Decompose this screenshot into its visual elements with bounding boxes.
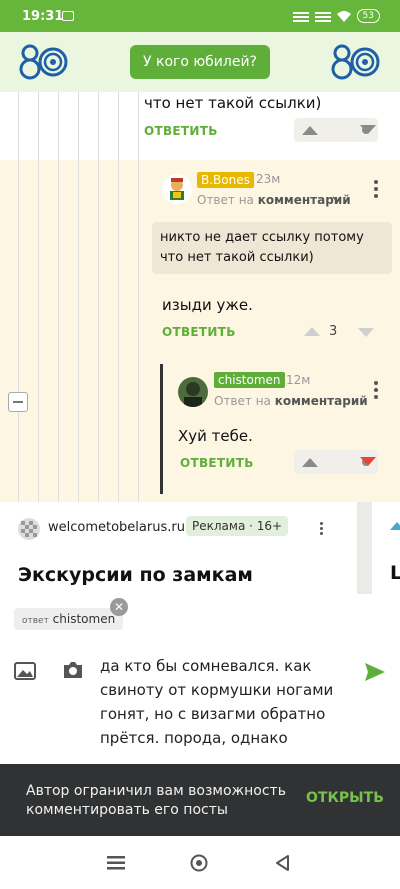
quoted-text: никто не дает ссылку потому что нет тако…: [152, 222, 392, 274]
thread-line[interactable]: [118, 92, 119, 502]
camera-icon: [62, 11, 74, 21]
more-icon[interactable]: [320, 522, 323, 538]
comment-text: Хуй тебе.: [178, 427, 253, 445]
thread-line[interactable]: [98, 92, 99, 502]
jubilee-button[interactable]: У кого юбилей?: [130, 45, 270, 79]
reply-chip: ответ chistomen: [14, 608, 124, 630]
site-favicon-icon: [18, 518, 40, 540]
comments-thread: что нет такой ссылки) ОТВЕТИТЬ B.Bones 2…: [0, 92, 400, 502]
status-bar: 19:31 53: [0, 0, 400, 32]
comment-score: 3: [329, 324, 338, 339]
comment-composer: ответ chistomen ✕ да кто бы сомневался. …: [0, 594, 400, 764]
avatar[interactable]: [162, 174, 192, 204]
downvote-icon[interactable]: [358, 328, 374, 337]
image-icon[interactable]: [14, 662, 36, 680]
close-icon[interactable]: ✕: [110, 598, 128, 616]
upvote-icon[interactable]: [304, 327, 320, 336]
reply-button[interactable]: ОТВЕТИТЬ: [162, 325, 236, 339]
comment-time: 23м: [256, 172, 281, 186]
wifi-icon: [336, 11, 351, 22]
open-button[interactable]: ОТКРЫТЬ: [306, 790, 384, 806]
signal-icon: [314, 12, 331, 22]
battery-icon: 53: [356, 9, 380, 23]
logo-80-icon[interactable]: [330, 44, 380, 80]
thread-line[interactable]: [78, 92, 79, 502]
back-icon[interactable]: [274, 854, 290, 872]
site-favicon-icon: [390, 522, 400, 530]
reply-button[interactable]: ОТВЕТИТЬ: [180, 456, 254, 470]
reply-to-label[interactable]: Ответ на комментарий: [197, 193, 351, 207]
reply-button[interactable]: ОТВЕТИТЬ: [144, 124, 218, 138]
upvote-icon[interactable]: [302, 125, 318, 135]
downvote-icon[interactable]: [360, 457, 376, 466]
comment-time: 12м: [286, 373, 311, 387]
ad-carousel[interactable]: welcometobelarus.ru Реклама · 16+ Экскур…: [0, 502, 400, 594]
avatar[interactable]: [178, 377, 208, 407]
signal-icon: [292, 12, 309, 22]
send-icon[interactable]: [364, 662, 386, 682]
snackbar-message: Автор ограничил вам возможность комменти…: [26, 783, 286, 818]
ad-title[interactable]: Экскурсии по замкам: [18, 564, 253, 586]
ad-card[interactable]: welcometobelarus.ru Реклама · 16+ Экскур…: [0, 502, 357, 594]
comment-text: что нет такой ссылки): [144, 94, 322, 112]
reply-to-label[interactable]: Ответ на комментарий: [214, 394, 368, 408]
restriction-snackbar: Автор ограничил вам возможность комменти…: [0, 764, 400, 836]
downvote-icon[interactable]: [360, 125, 376, 134]
more-icon[interactable]: [374, 180, 378, 201]
thread-line[interactable]: [58, 92, 59, 502]
ad-card[interactable]: L: [372, 502, 400, 594]
camera-attach-icon[interactable]: [62, 660, 84, 680]
home-icon[interactable]: [190, 854, 208, 872]
thread-line[interactable]: [138, 92, 139, 502]
ad-site[interactable]: welcometobelarus.ru: [48, 520, 185, 535]
logo-80-icon[interactable]: [18, 44, 68, 80]
more-icon[interactable]: [374, 381, 378, 402]
comment-text: изыди уже.: [162, 296, 253, 314]
ad-title: L: [390, 562, 400, 584]
collapse-button[interactable]: [8, 392, 28, 412]
thread-indicator: [160, 364, 163, 494]
thread-line[interactable]: [38, 92, 39, 502]
header: У кого юбилей?: [0, 32, 400, 92]
username[interactable]: chistomen: [214, 372, 285, 388]
menu-icon[interactable]: [107, 856, 125, 870]
system-nav-bar: [0, 836, 400, 889]
ad-badge: Реклама · 16+: [186, 516, 289, 536]
comment-input[interactable]: да кто бы сомневался. как свиноту от кор…: [100, 654, 355, 750]
username[interactable]: B.Bones: [197, 172, 254, 188]
thread-line[interactable]: [18, 92, 19, 502]
chevron-down-icon[interactable]: [332, 196, 342, 203]
status-time: 19:31: [22, 9, 64, 24]
upvote-icon[interactable]: [302, 457, 318, 467]
